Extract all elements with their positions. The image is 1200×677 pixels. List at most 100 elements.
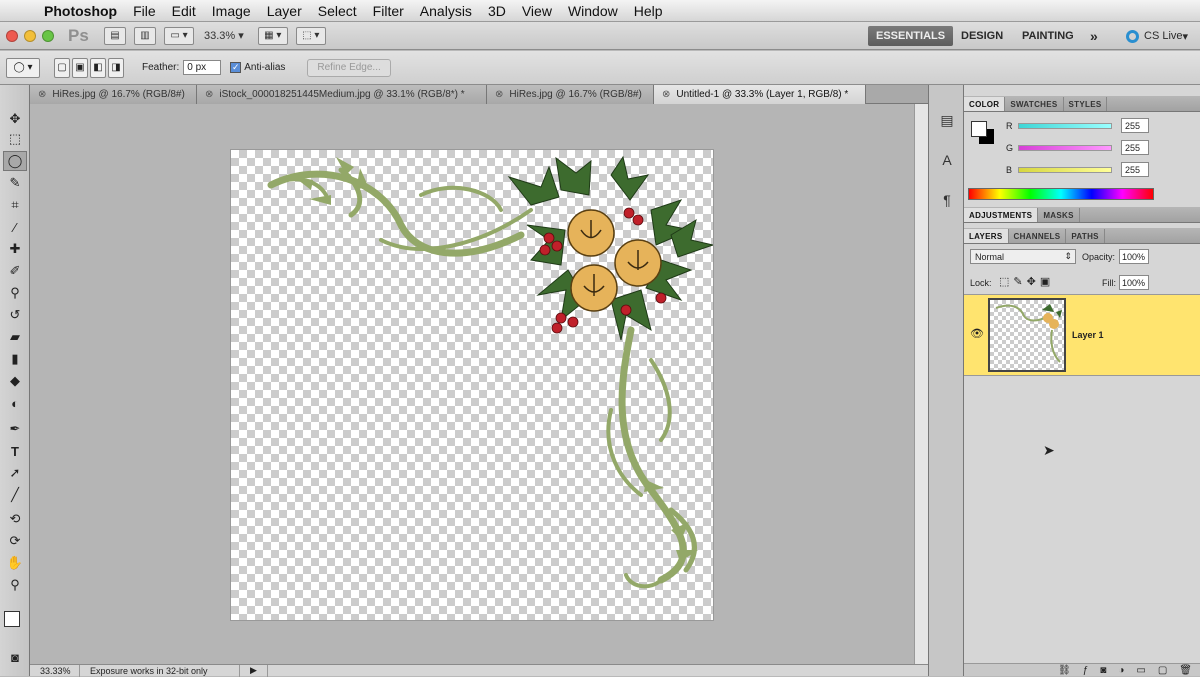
hand-tool-icon[interactable]: ✋ (3, 553, 27, 573)
add-selection-button[interactable]: ▣ (72, 57, 88, 78)
marquee-tool-icon[interactable]: ⬚ (3, 129, 27, 149)
path-selection-tool-icon[interactable]: ➚ (3, 463, 27, 483)
tab-adjustments[interactable]: ADJUSTMENTS (964, 208, 1039, 222)
menu-analysis[interactable]: Analysis (412, 3, 480, 19)
new-layer-icon[interactable]: ▢ (1158, 665, 1167, 676)
green-slider[interactable] (1018, 145, 1112, 151)
lock-icons[interactable]: ⬚✎✥▣ (999, 275, 1054, 288)
workspace-painting[interactable]: PAINTING (1022, 22, 1074, 50)
menu-window[interactable]: Window (560, 3, 626, 19)
dodge-tool-icon[interactable]: ◐ (3, 393, 27, 413)
launch-minibridge-button[interactable]: ▥ (134, 26, 156, 45)
lasso-tool-icon[interactable]: ◯ (3, 151, 27, 171)
close-window-button[interactable] (6, 29, 18, 42)
clone-stamp-tool-icon[interactable]: ⚲ (3, 283, 27, 303)
color-spectrum-bar[interactable] (968, 188, 1154, 200)
quick-selection-tool-icon[interactable]: ✎ (3, 173, 27, 193)
tab-istock[interactable]: ⊗ iStock_000018251445Medium.jpg @ 33.1% (… (197, 85, 487, 104)
workspace-essentials[interactable]: ESSENTIALS (868, 26, 954, 46)
eyedropper-tool-icon[interactable]: ⁄ (3, 217, 27, 237)
history-brush-tool-icon[interactable]: ↺ (3, 305, 27, 325)
foreground-color-swatch[interactable] (4, 611, 20, 627)
healing-brush-tool-icon[interactable]: ✚ (3, 239, 27, 259)
line-tool-icon[interactable]: ╱ (3, 485, 27, 505)
status-menu-arrow-icon[interactable]: ▶ (240, 664, 268, 677)
screen-mode-button[interactable]: ⬚ ▾ (295, 26, 326, 45)
eye-icon[interactable]: 👁 (970, 327, 984, 340)
tab-styles[interactable]: STYLES (1064, 97, 1108, 111)
more-workspaces-button[interactable]: » (1090, 22, 1098, 50)
adjustment-layer-icon[interactable]: ◑ (1118, 665, 1124, 676)
menu-file[interactable]: File (125, 3, 164, 19)
vertical-scrollbar[interactable] (914, 104, 928, 664)
minimize-window-button[interactable] (24, 29, 36, 42)
cs-live-menu[interactable]: CS Live ▾ (1126, 22, 1188, 50)
workspace-design[interactable]: DESIGN (961, 22, 1003, 50)
tab-color[interactable]: COLOR (964, 97, 1006, 111)
tool-preset-picker[interactable]: ◯ ▾ (6, 57, 40, 78)
menu-layer[interactable]: Layer (259, 3, 310, 19)
close-icon[interactable]: ⊗ (205, 89, 213, 100)
view-extras-button[interactable]: ▭ ▾ (164, 26, 194, 45)
3d-orbit-tool-icon[interactable]: ⟳ (3, 531, 27, 551)
new-selection-button[interactable]: ▢ (54, 57, 70, 78)
blend-mode-select[interactable]: Normal ⇕ (970, 249, 1076, 264)
histogram-panel-icon[interactable]: ▤ (935, 109, 959, 131)
red-value-input[interactable]: 255 (1121, 118, 1149, 133)
3d-rotate-tool-icon[interactable]: ⟲ (3, 509, 27, 529)
close-icon[interactable]: ⊗ (495, 89, 503, 100)
feather-input[interactable]: 0 px (183, 60, 222, 75)
tab-untitled-1[interactable]: ⊗ Untitled-1 @ 33.3% (Layer 1, RGB/8) * (654, 85, 866, 104)
move-tool-icon[interactable]: ✥ (3, 109, 27, 129)
menu-select[interactable]: Select (310, 3, 365, 19)
blur-tool-icon[interactable]: ◆ (3, 371, 27, 391)
tab-layers[interactable]: LAYERS (964, 229, 1009, 243)
tab-hires-2[interactable]: ⊗ HiRes.jpg @ 16.7% (RGB/8#) (487, 85, 654, 104)
character-panel-icon[interactable]: A (935, 149, 959, 171)
launch-bridge-button[interactable]: ▤ (104, 26, 126, 45)
crop-tool-icon[interactable]: ⌗ (3, 195, 27, 215)
tab-masks[interactable]: MASKS (1038, 208, 1080, 222)
arrange-documents-button[interactable]: ▦ ▾ (257, 26, 288, 45)
blue-slider[interactable] (1018, 167, 1112, 173)
layer-style-icon[interactable]: ƒ (1083, 665, 1089, 676)
intersect-selection-button[interactable]: ◨ (108, 57, 124, 78)
link-layers-icon[interactable]: ⛓ (1058, 665, 1071, 676)
opacity-input[interactable]: 100% (1119, 249, 1149, 264)
menu-image[interactable]: Image (204, 3, 259, 19)
zoom-level-select[interactable]: 33.3% ▾ (204, 29, 244, 42)
close-icon[interactable]: ⊗ (662, 89, 670, 100)
menu-help[interactable]: Help (626, 3, 671, 19)
zoom-window-button[interactable] (42, 29, 54, 42)
antialias-checkbox[interactable]: ✓ (230, 62, 242, 73)
refine-edge-button[interactable]: Refine Edge... (307, 58, 391, 77)
new-group-icon[interactable]: ▭ (1136, 665, 1145, 676)
layer-name[interactable]: Layer 1 (1072, 330, 1104, 340)
tab-hires-1[interactable]: ⊗ HiRes.jpg @ 16.7% (RGB/8#) (30, 85, 197, 104)
type-tool-icon[interactable]: T (3, 441, 27, 461)
fill-input[interactable]: 100% (1119, 275, 1149, 290)
menu-filter[interactable]: Filter (365, 3, 412, 19)
menu-view[interactable]: View (514, 3, 560, 19)
zoom-tool-icon[interactable]: ⚲ (3, 575, 27, 595)
status-zoom[interactable]: 33.33% (30, 664, 80, 677)
delete-layer-icon[interactable]: 🗑 (1179, 665, 1192, 676)
menu-edit[interactable]: Edit (164, 3, 204, 19)
tab-channels[interactable]: CHANNELS (1009, 229, 1067, 243)
color-panel-foreground-swatch[interactable] (971, 121, 987, 137)
paragraph-panel-icon[interactable]: ¶ (935, 189, 959, 211)
red-slider[interactable] (1018, 123, 1112, 129)
close-icon[interactable]: ⊗ (38, 89, 46, 100)
menu-3d[interactable]: 3D (480, 3, 514, 19)
menu-app-name[interactable]: Photoshop (36, 3, 125, 19)
document-canvas[interactable] (231, 150, 715, 620)
brush-tool-icon[interactable]: ✐ (3, 261, 27, 281)
tab-paths[interactable]: PATHS (1066, 229, 1105, 243)
blue-value-input[interactable]: 255 (1121, 162, 1149, 177)
quick-mask-icon[interactable]: ◙ (3, 647, 27, 667)
pen-tool-icon[interactable]: ✒ (3, 419, 27, 439)
subtract-selection-button[interactable]: ◧ (90, 57, 106, 78)
layer-row-layer-1[interactable]: 👁 Layer 1 (964, 294, 1200, 376)
layer-mask-icon[interactable]: ◙ (1100, 665, 1106, 676)
green-value-input[interactable]: 255 (1121, 140, 1149, 155)
